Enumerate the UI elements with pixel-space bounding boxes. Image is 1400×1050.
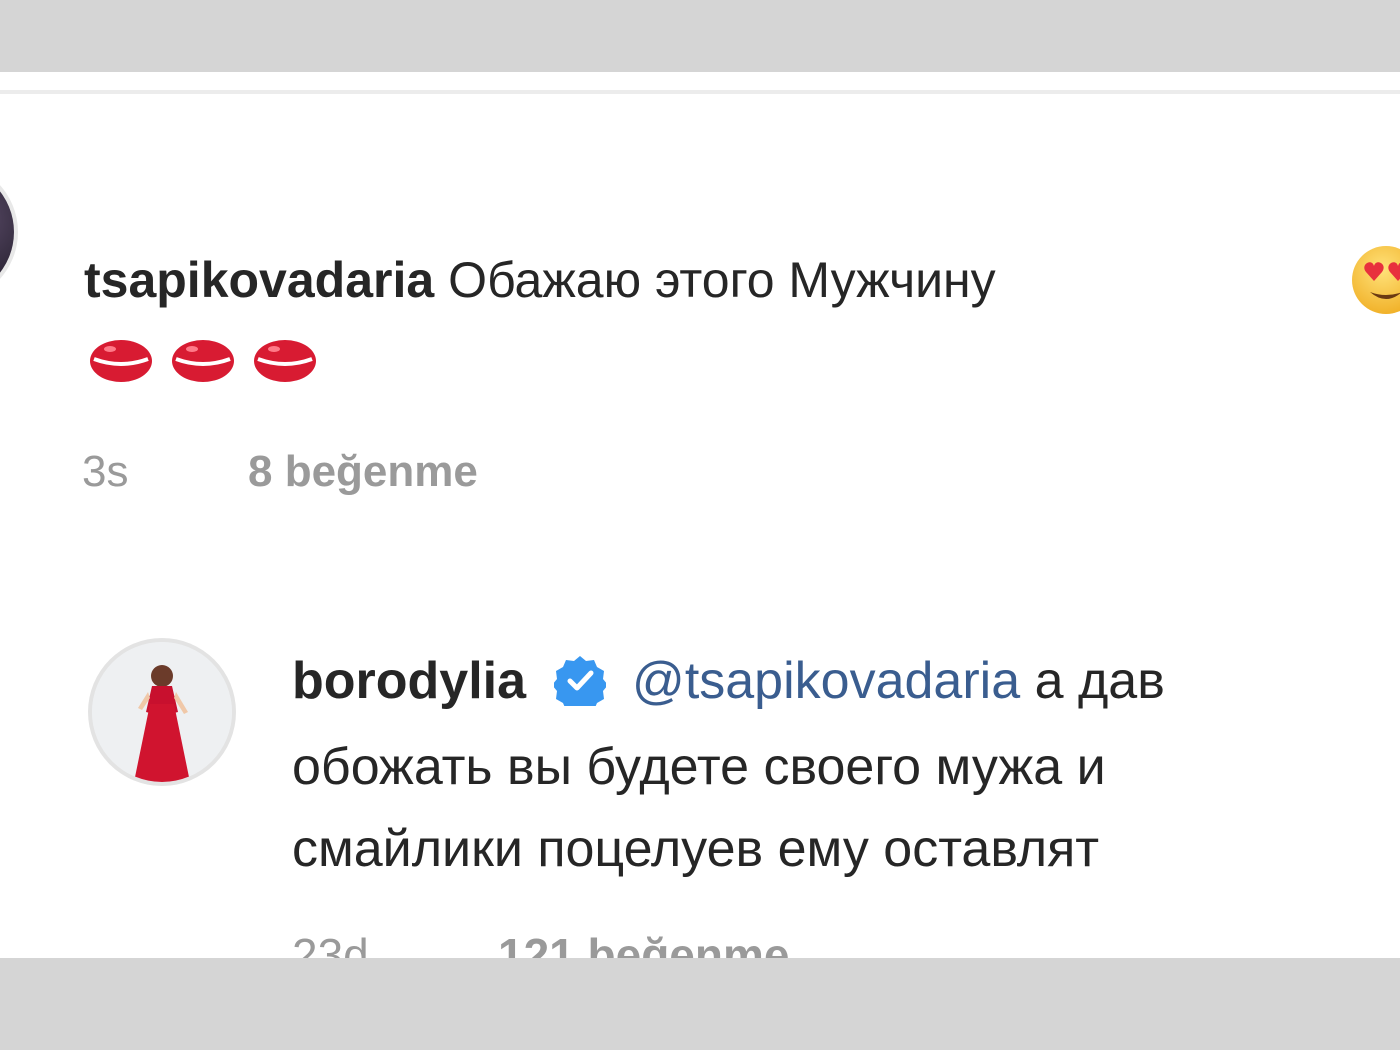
reply-body: borodylia @tsapikovadaria а дав — [292, 648, 1165, 714]
heart-eyes-emoji-icon — [1352, 246, 1400, 314]
comment-username[interactable]: tsapikovadaria — [84, 252, 434, 308]
mention-link[interactable]: @tsapikovadaria — [632, 652, 1020, 710]
reply-text: обожать вы будете своего мужа и — [292, 738, 1106, 796]
kiss-mark-icon — [90, 340, 152, 382]
reply-text: а дав — [1034, 652, 1165, 710]
reply-meta: 23d 121 beğenme — [292, 926, 789, 958]
comment-meta: 3s 8 beğenme — [82, 444, 478, 500]
likes-count-link[interactable]: 8 beğenme — [248, 447, 478, 496]
comment-thread: tsapikovadaria Обажаю этого Мужчину 3s 8… — [0, 72, 1400, 958]
divider — [0, 90, 1400, 94]
avatar[interactable] — [92, 642, 232, 782]
likes-count-link[interactable]: 121 beğenme — [498, 929, 789, 958]
profile-photo — [92, 642, 232, 782]
comment-text: Обажаю этого Мужчину — [448, 252, 996, 308]
avatar[interactable] — [0, 166, 14, 298]
reply-text: смайлики поцелуев ему оставлят — [292, 820, 1100, 878]
kiss-mark-icon — [172, 340, 234, 382]
verified-badge-icon — [554, 656, 607, 706]
comment-timestamp: 3s — [82, 447, 129, 496]
kiss-mark-icon — [254, 340, 316, 382]
reply-username[interactable]: borodylia — [292, 652, 526, 710]
reply-timestamp: 23d — [292, 929, 369, 958]
comment-body: tsapikovadaria Обажаю этого Мужчину — [84, 248, 996, 312]
kiss-emoji-row — [88, 335, 334, 391]
